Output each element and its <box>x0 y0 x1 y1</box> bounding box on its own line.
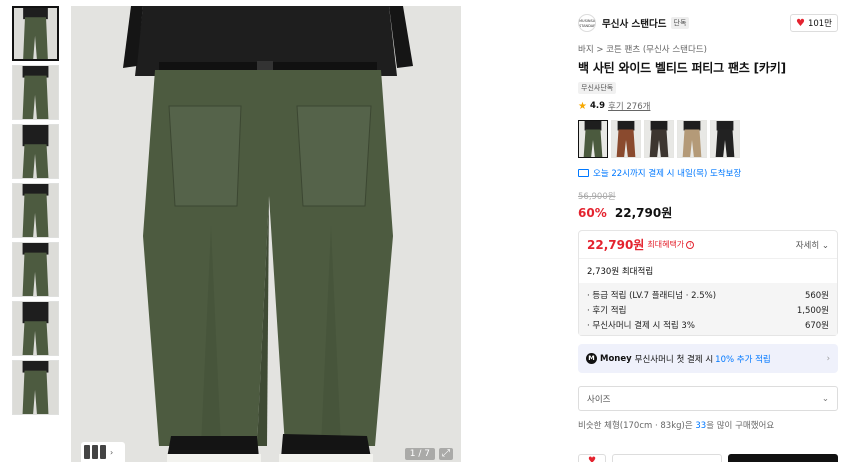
benefit-list: · 등급 적립 (LV.7 플래티넘 · 2.5%) 560원 · 후기 적립 1,5… <box>579 283 837 335</box>
thumbnail-7[interactable] <box>12 360 59 415</box>
buy-button[interactable] <box>728 454 838 462</box>
sale-price: 22,790원 <box>614 206 673 220</box>
exclusive-badge: 단독 <box>670 17 690 29</box>
thumbnail-3[interactable] <box>12 124 59 179</box>
money-logo-icon: M <box>586 353 597 364</box>
thumbnail-1[interactable] <box>12 6 59 61</box>
mini-thumbnail-strip[interactable]: › <box>81 442 125 462</box>
color-swatch-2[interactable] <box>611 120 641 158</box>
exclusive-tag: 무신사단독 <box>578 82 617 94</box>
discount-rate: 60% <box>578 206 607 220</box>
size-select[interactable]: 사이즈 ⌄ <box>578 386 838 411</box>
like-button[interactable]: ♥ 101만 <box>789 14 838 32</box>
thumbnail-list <box>12 6 62 419</box>
fit-prefix: 비슷한 체형(170cm · 83kg)은 <box>578 421 693 431</box>
price-row: 60% 22,790원 <box>578 204 838 221</box>
delivery-text: 오늘 22시까지 결제 시 내일(목) 도착보장 <box>593 169 742 179</box>
brand-logo[interactable]: MUSINSA STANDARD <box>578 14 596 32</box>
detail-toggle[interactable]: 자세히 ⌄ <box>796 239 829 251</box>
cart-button[interactable] <box>612 454 722 462</box>
benefit-line-value: 670원 <box>804 320 829 331</box>
money-banner[interactable]: M Money 무신사머니 첫 결제 시 10% 추가 적립 › <box>578 344 838 373</box>
chevron-right-icon: › <box>110 447 114 457</box>
breadcrumb: 바지 > 코튼 팬츠 (무신사 스탠다드) <box>578 43 838 55</box>
wishlist-heart-icon[interactable]: ♥ <box>578 454 606 462</box>
main-product-image[interactable]: › 1 / 7 ⤢ <box>71 6 461 462</box>
fit-highlight[interactable]: 33 <box>695 421 706 431</box>
thumbnail-5[interactable] <box>12 242 59 297</box>
benefit-line: · 후기 적립 1,500원 <box>587 302 829 317</box>
thumbnail-6[interactable] <box>12 301 59 356</box>
benefit-header[interactable]: 22,790원 최대혜택가 i 자세히 ⌄ <box>579 231 837 258</box>
benefit-line-label: · 후기 적립 <box>587 305 627 316</box>
product-title: 백 사틴 와이드 벨티드 퍼티그 팬츠 [카키] <box>578 61 786 75</box>
product-info-panel: MUSINSA STANDARD 무신사 스탠다드 단독 ♥ 101만 바지 >… <box>578 12 838 431</box>
delivery-info[interactable]: 오늘 22시까지 결제 시 내일(목) 도착보장 <box>578 167 838 179</box>
thumbnail-4[interactable] <box>12 183 59 238</box>
heart-icon: ♥ <box>795 17 805 29</box>
chevron-down-icon: ⌄ <box>821 240 829 251</box>
expand-icon[interactable]: ⤢ <box>439 448 453 460</box>
like-count: 101만 <box>807 19 832 29</box>
color-swatch-3[interactable] <box>644 120 674 158</box>
fit-recommendation: 비슷한 체형(170cm · 83kg)은 33을 많이 구매했어요 <box>578 419 838 431</box>
rating-value: 4.9 <box>589 101 606 111</box>
total-points: 2,730원 최대적립 <box>579 258 837 283</box>
star-icon: ★ <box>578 100 587 112</box>
detail-label: 자세히 <box>795 240 820 251</box>
benefit-box: 22,790원 최대혜택가 i 자세히 ⌄ 2,730원 최대적립 · 등급 적… <box>578 230 838 336</box>
thumbnail-2[interactable] <box>12 65 59 120</box>
info-icon[interactable]: i <box>686 240 695 249</box>
breadcrumb-separator: > <box>596 45 604 55</box>
size-placeholder: 사이즈 <box>587 394 611 405</box>
chevron-down-icon: ⌄ <box>821 393 829 404</box>
rating-row: ★ 4.9 후기 276개 <box>578 100 838 113</box>
brand-name[interactable]: 무신사 스탠다드 <box>602 16 667 30</box>
brand-row: MUSINSA STANDARD 무신사 스탠다드 단독 ♥ 101만 <box>578 12 838 34</box>
original-price: 56,900원 <box>578 192 616 202</box>
benefit-line-value: 1,500원 <box>796 305 829 316</box>
benefit-line-label: · 등급 적립 (LV.7 플래티넘 · 2.5%) <box>587 290 717 301</box>
benefit-line: · 등급 적립 (LV.7 플래티넘 · 2.5%) 560원 <box>587 287 829 302</box>
color-swatch-4[interactable] <box>677 120 707 158</box>
action-bar: ♥ <box>578 454 838 462</box>
fit-suffix: 을 많이 구매했어요 <box>706 421 775 431</box>
benefit-label: 최대혜택가 <box>647 240 685 249</box>
review-link[interactable]: 후기 276개 <box>608 100 650 112</box>
color-swatch-1[interactable] <box>578 120 608 158</box>
truck-icon <box>578 169 589 177</box>
benefit-line-label: · 무신사머니 결제 시 적립 3% <box>587 320 695 331</box>
money-text: 무신사머니 첫 결제 시 <box>634 354 714 365</box>
breadcrumb-item-pants[interactable]: 바지 <box>578 45 594 55</box>
image-counter: 1 / 7 <box>404 448 435 460</box>
chevron-right-icon: › <box>826 353 830 364</box>
benefit-price: 22,790원 <box>587 238 645 252</box>
color-swatches <box>578 120 838 158</box>
breadcrumb-item-cotton-pants[interactable]: 코튼 팬츠 (무신사 스탠다드) <box>606 45 707 55</box>
benefit-line-value: 560원 <box>804 290 829 301</box>
pants-photo <box>71 6 461 462</box>
benefit-line: · 무신사머니 결제 시 적립 3% 670원 <box>587 317 829 332</box>
money-highlight: 10% 추가 적립 <box>715 354 771 365</box>
money-brand: Money <box>600 353 632 364</box>
color-swatch-5[interactable] <box>710 120 740 158</box>
